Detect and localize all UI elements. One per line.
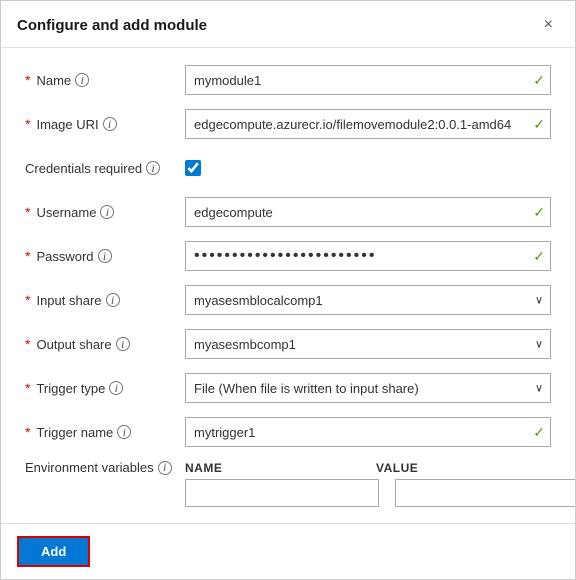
trigger-name-info-icon: i (117, 425, 131, 439)
required-star: * (25, 204, 30, 220)
input-share-select[interactable]: myasesmblocalcomp1 (185, 285, 551, 315)
trigger-type-row: * Trigger type i File (When file is writ… (25, 372, 551, 404)
input-share-info-icon: i (106, 293, 120, 307)
credentials-checkbox[interactable] (185, 160, 201, 176)
env-name-input[interactable] (185, 479, 379, 507)
trigger-type-select-container: File (When file is written to input shar… (185, 373, 551, 403)
dialog-header: Configure and add module × (1, 1, 575, 48)
dialog-body: * Name i ✓ * Image URI i ✓ Cre (1, 48, 575, 523)
credentials-info-icon: i (146, 161, 160, 175)
username-input-wrap: ✓ (185, 197, 551, 227)
trigger-name-input-wrap: ✓ (185, 417, 551, 447)
required-star: * (25, 424, 30, 440)
image-uri-info-icon: i (103, 117, 117, 131)
input-share-select-container: myasesmblocalcomp1 ∨ (185, 285, 551, 315)
env-value-col-header: VALUE (376, 461, 551, 475)
input-share-select-wrap: myasesmblocalcomp1 ∨ (185, 285, 551, 315)
required-star: * (25, 292, 30, 308)
trigger-name-label: * Trigger name i (25, 424, 185, 440)
name-input[interactable] (185, 65, 551, 95)
env-name-col-header: NAME (185, 461, 360, 475)
env-variables-section: Environment variables i NAME VALUE (25, 460, 551, 507)
env-info-icon: i (158, 461, 172, 475)
close-button[interactable]: × (538, 15, 559, 35)
env-value-input[interactable] (395, 479, 575, 507)
trigger-name-check-icon: ✓ (533, 424, 545, 441)
username-check-icon: ✓ (533, 204, 545, 221)
required-star: * (25, 380, 30, 396)
dialog-title: Configure and add module (17, 17, 207, 34)
trigger-name-row: * Trigger name i ✓ (25, 416, 551, 448)
required-star: * (25, 72, 30, 88)
username-info-icon: i (100, 205, 114, 219)
image-uri-label: * Image URI i (25, 116, 185, 132)
password-row: * Password i ✓ (25, 240, 551, 272)
name-label: * Name i (25, 72, 185, 88)
trigger-type-select-wrap: File (When file is written to input shar… (185, 373, 551, 403)
name-input-wrap: ✓ (185, 65, 551, 95)
output-share-select-wrap: myasesmbcomp1 ∨ (185, 329, 551, 359)
username-label: * Username i (25, 204, 185, 220)
trigger-type-label: * Trigger type i (25, 380, 185, 396)
image-uri-check-icon: ✓ (533, 116, 545, 133)
required-star: * (25, 248, 30, 264)
username-input[interactable] (185, 197, 551, 227)
name-check-icon: ✓ (533, 72, 545, 89)
required-star: * (25, 116, 30, 132)
password-check-icon: ✓ (533, 248, 545, 265)
output-share-select[interactable]: myasesmbcomp1 (185, 329, 551, 359)
credentials-row: Credentials required i (25, 152, 551, 184)
password-info-icon: i (98, 249, 112, 263)
name-row: * Name i ✓ (25, 64, 551, 96)
output-share-select-container: myasesmbcomp1 ∨ (185, 329, 551, 359)
image-uri-row: * Image URI i ✓ (25, 108, 551, 140)
env-column-headers: NAME VALUE (185, 461, 551, 475)
username-row: * Username i ✓ (25, 196, 551, 228)
trigger-name-input[interactable] (185, 417, 551, 447)
password-input[interactable] (185, 241, 551, 271)
env-input-row (25, 479, 551, 507)
image-uri-input[interactable] (185, 109, 551, 139)
password-label: * Password i (25, 248, 185, 264)
add-button[interactable]: Add (17, 536, 90, 567)
name-info-icon: i (75, 73, 89, 87)
credentials-label: Credentials required i (25, 161, 185, 176)
output-share-row: * Output share i myasesmbcomp1 ∨ (25, 328, 551, 360)
dialog-footer: Add (1, 523, 575, 579)
input-share-row: * Input share i myasesmblocalcomp1 ∨ (25, 284, 551, 316)
output-share-label: * Output share i (25, 336, 185, 352)
env-header-row: Environment variables i NAME VALUE (25, 460, 551, 475)
credentials-checkbox-wrap (185, 160, 551, 176)
image-uri-input-wrap: ✓ (185, 109, 551, 139)
env-variables-label: Environment variables i (25, 460, 185, 475)
input-share-label: * Input share i (25, 292, 185, 308)
configure-module-dialog: Configure and add module × * Name i ✓ * … (0, 0, 576, 580)
trigger-type-select[interactable]: File (When file is written to input shar… (185, 373, 551, 403)
required-star: * (25, 336, 30, 352)
password-input-wrap: ✓ (185, 241, 551, 271)
trigger-type-info-icon: i (109, 381, 123, 395)
env-inputs-wrap (185, 479, 575, 507)
output-share-info-icon: i (116, 337, 130, 351)
